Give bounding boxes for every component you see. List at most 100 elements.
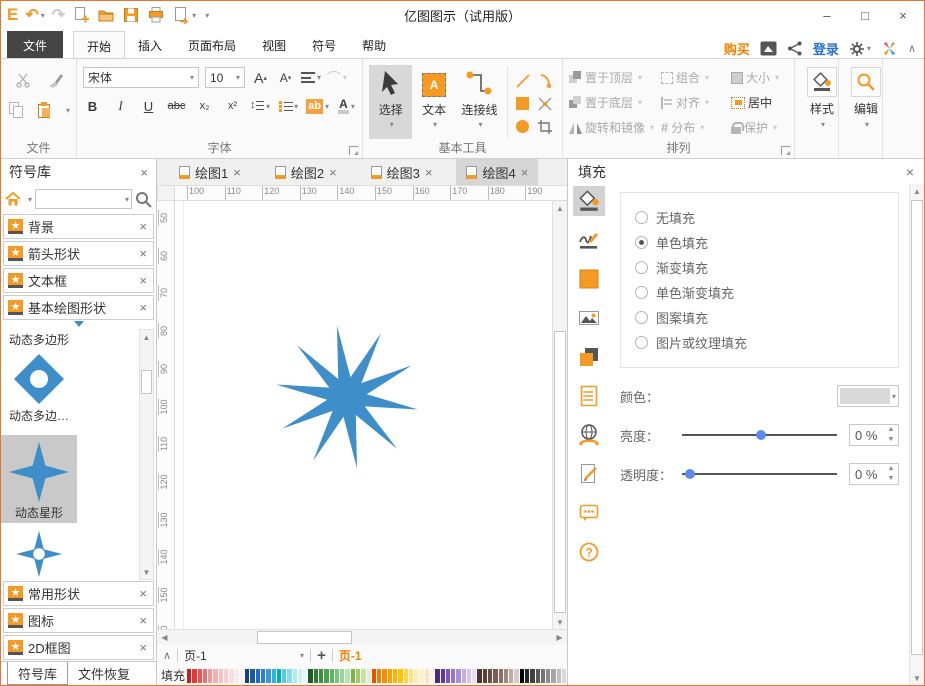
palette-swatch[interactable] [340, 669, 344, 683]
palette-swatch[interactable] [335, 669, 339, 683]
freeform-tool-button[interactable] [534, 95, 556, 113]
palette-swatch[interactable] [562, 669, 566, 683]
settings-button[interactable]: ▾ [849, 41, 871, 57]
palette-swatch[interactable] [525, 669, 529, 683]
fill-option[interactable]: 无填充 [635, 205, 884, 230]
tab-view[interactable]: 视图 [249, 31, 299, 58]
transparency-spinner[interactable]: 0 %▲▼ [849, 463, 899, 485]
palette-swatch[interactable] [404, 669, 408, 683]
shape-item-dynamic-polygon[interactable]: 动态多边… [1, 351, 77, 424]
close-icon[interactable]: × [425, 166, 433, 179]
palette-swatch[interactable] [541, 669, 545, 683]
drawing-canvas[interactable] [175, 201, 552, 629]
palette-swatch[interactable] [504, 669, 508, 683]
palette-swatch[interactable] [477, 669, 481, 683]
bring-to-front-button[interactable]: 置于顶层▾ [569, 69, 661, 86]
palette-swatch[interactable] [235, 669, 239, 683]
palette-swatch[interactable] [198, 669, 202, 683]
slider-knob[interactable] [685, 469, 695, 479]
palette-swatch[interactable] [229, 669, 233, 683]
maximize-button[interactable]: □ [846, 3, 884, 27]
symbol-search-input[interactable] [36, 190, 123, 208]
palette-swatch[interactable] [213, 669, 217, 683]
library-item-text-box[interactable]: ★文本框× [3, 268, 154, 293]
print-button[interactable] [147, 5, 165, 25]
scroll-right-icon[interactable]: ▶ [552, 630, 567, 645]
tab-home[interactable]: 开始 [73, 31, 125, 58]
library-item-icons[interactable]: ★图标× [3, 608, 154, 633]
group-button[interactable]: 组合▾ [661, 69, 731, 86]
insert-picture-button[interactable] [573, 303, 605, 333]
bullets-button[interactable]: ▾ [279, 96, 298, 116]
shape-item-partial[interactable]: 动态多边形 [1, 331, 77, 348]
palette-swatch[interactable] [430, 669, 434, 683]
palette-swatch[interactable] [293, 669, 297, 683]
palette-swatch[interactable] [367, 669, 371, 683]
doc-tab[interactable]: 绘图3× [361, 159, 443, 185]
shape-list-scrollbar[interactable]: ▲ ▼ [139, 329, 154, 580]
align-button[interactable]: 对齐▾ [661, 94, 731, 111]
connector-tool-button[interactable]: 连接线 ▾ [456, 65, 503, 139]
palette-swatch[interactable] [330, 669, 334, 683]
tab-insert[interactable]: 插入 [125, 31, 175, 58]
line-tool-button[interactable] [512, 72, 534, 90]
size-button[interactable]: 大小▾ [731, 69, 797, 86]
arc-tool-button[interactable] [534, 72, 556, 90]
scroll-down-icon[interactable]: ▼ [553, 615, 567, 629]
palette-swatch[interactable] [356, 669, 360, 683]
shape-item-dynamic-star[interactable]: 动态星形 [1, 435, 77, 523]
brightness-slider[interactable] [682, 428, 837, 442]
fill-option[interactable]: 图片或纹理填充 [635, 330, 884, 355]
palette-swatch[interactable] [435, 669, 439, 683]
palette-swatch[interactable] [240, 669, 244, 683]
scroll-down-icon[interactable]: ▼ [910, 671, 924, 685]
highlight-button[interactable]: ab▾ [307, 96, 328, 116]
send-to-back-button[interactable]: 置于底层▾ [569, 94, 661, 111]
grow-font-button[interactable]: A▴ [251, 68, 270, 88]
palette-swatch[interactable] [250, 669, 254, 683]
palette-swatch[interactable] [456, 669, 460, 683]
scroll-up-icon[interactable]: ▲ [140, 330, 153, 344]
bold-button[interactable]: B [83, 96, 102, 116]
curved-text-button[interactable]: ⌒▾ [327, 68, 347, 88]
palette-swatch[interactable] [372, 669, 376, 683]
palette-swatch[interactable] [472, 669, 476, 683]
collapse-pagebar-icon[interactable]: ∧ [163, 649, 171, 662]
palette-swatch[interactable] [314, 669, 318, 683]
fill-tool-button[interactable] [573, 186, 605, 216]
comment-button[interactable] [573, 498, 605, 528]
palette-swatch[interactable] [467, 669, 471, 683]
palette-swatch[interactable] [224, 669, 228, 683]
crop-tool-button[interactable] [534, 118, 556, 136]
help-button[interactable]: ? [573, 537, 605, 567]
attachment-button[interactable] [573, 459, 605, 489]
doc-tab[interactable]: 绘图2× [265, 159, 347, 185]
canvas-star-shape[interactable] [267, 317, 427, 477]
login-button[interactable]: 登录 [813, 39, 839, 58]
palette-swatch[interactable] [409, 669, 413, 683]
close-icon[interactable]: × [521, 166, 529, 179]
palette-swatch[interactable] [393, 669, 397, 683]
transparency-slider[interactable] [682, 467, 837, 481]
close-icon[interactable]: × [139, 274, 147, 287]
protect-button[interactable]: 保护▾ [731, 119, 797, 136]
tab-symbols[interactable]: 符号 [299, 31, 349, 58]
rectangle-tool-button[interactable] [512, 95, 534, 113]
close-icon[interactable]: × [140, 166, 148, 179]
fill-option[interactable]: 单色填充 [635, 230, 884, 255]
font-color-button[interactable]: A▾ [337, 96, 356, 116]
palette-swatch[interactable] [187, 669, 191, 683]
palette-swatch[interactable] [493, 669, 497, 683]
fill-option[interactable]: 渐变填充 [635, 255, 884, 280]
palette-swatch[interactable] [398, 669, 402, 683]
layers-button[interactable] [573, 342, 605, 372]
doc-tab[interactable]: 绘图1× [169, 159, 251, 185]
palette-swatch[interactable] [462, 669, 466, 683]
add-page-button[interactable]: + [317, 647, 326, 664]
scrollbar-thumb[interactable] [257, 631, 352, 644]
palette-swatch[interactable] [192, 669, 196, 683]
palette-swatch[interactable] [514, 669, 518, 683]
align-text-button[interactable]: ▾ [301, 68, 321, 88]
brightness-spinner[interactable]: 0 %▲▼ [849, 424, 899, 446]
subscript-button[interactable]: x₂ [195, 96, 214, 116]
